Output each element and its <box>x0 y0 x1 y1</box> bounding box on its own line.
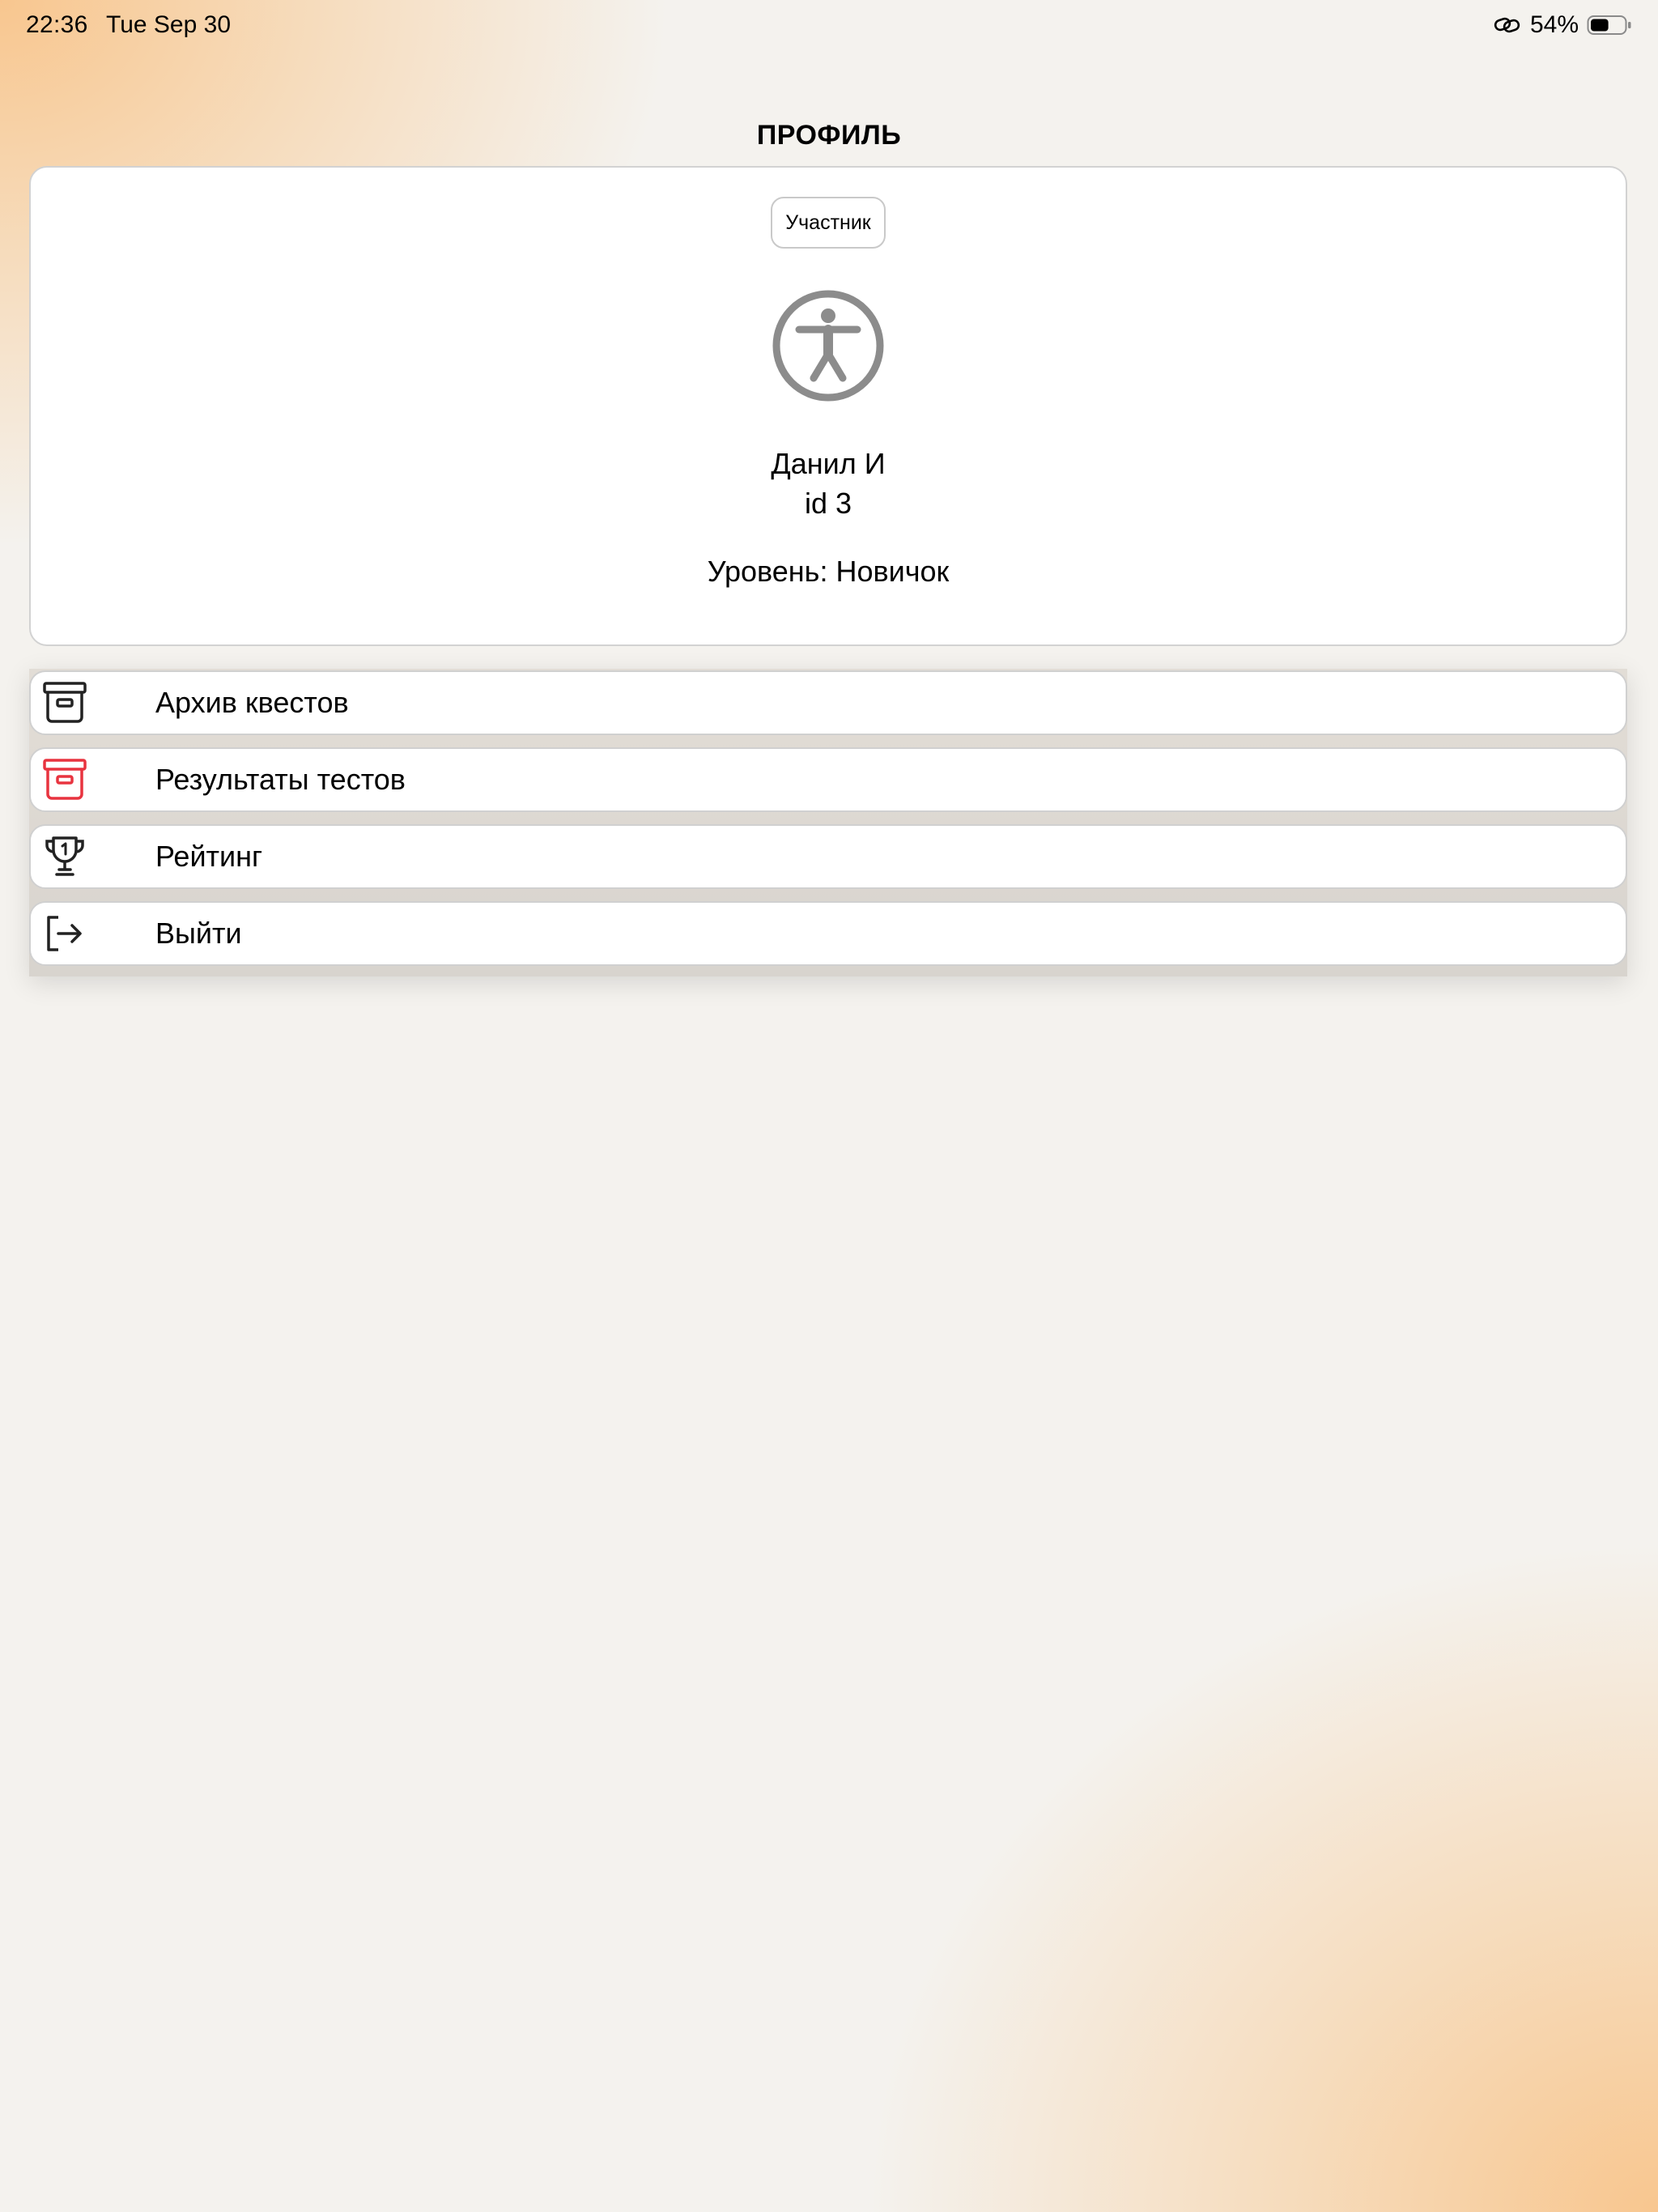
archive-box-icon <box>42 680 87 725</box>
menu-item-label: Результаты тестов <box>155 763 406 796</box>
battery-icon <box>1587 14 1632 36</box>
page-title: ПРОФИЛЬ <box>756 120 902 151</box>
profile-menu: Архив квестов Результаты тестов Рейтинг <box>29 669 1627 976</box>
logout-icon <box>42 911 87 956</box>
menu-item-label: Архив квестов <box>155 686 349 719</box>
role-badge[interactable]: Участник <box>771 197 886 249</box>
trophy-icon <box>42 834 87 879</box>
accessibility-person-icon <box>772 289 885 402</box>
menu-item-label: Выйти <box>155 917 242 950</box>
profile-card: Участник Данил И id 3 Уровень: Новичок <box>29 166 1627 646</box>
user-name: Данил И <box>771 447 886 480</box>
status-date: Tue Sep 30 <box>106 11 231 38</box>
status-indicators: 54% <box>1493 11 1632 39</box>
menu-item-quest-archive[interactable]: Архив квестов <box>29 670 1627 735</box>
user-id: id 3 <box>804 487 852 520</box>
battery-percent: 54% <box>1529 11 1579 38</box>
archive-box-icon <box>42 757 87 802</box>
link-icon <box>1493 13 1522 37</box>
menu-item-rating[interactable]: Рейтинг <box>29 824 1627 889</box>
menu-item-logout[interactable]: Выйти <box>29 901 1627 966</box>
menu-item-test-results[interactable]: Результаты тестов <box>29 747 1627 812</box>
user-level: Уровень: Новичок <box>707 555 950 588</box>
status-bar: 22:36 Tue Sep 30 54% <box>0 0 1658 52</box>
menu-item-label: Рейтинг <box>155 840 263 873</box>
status-time: 22:36 <box>26 11 88 38</box>
